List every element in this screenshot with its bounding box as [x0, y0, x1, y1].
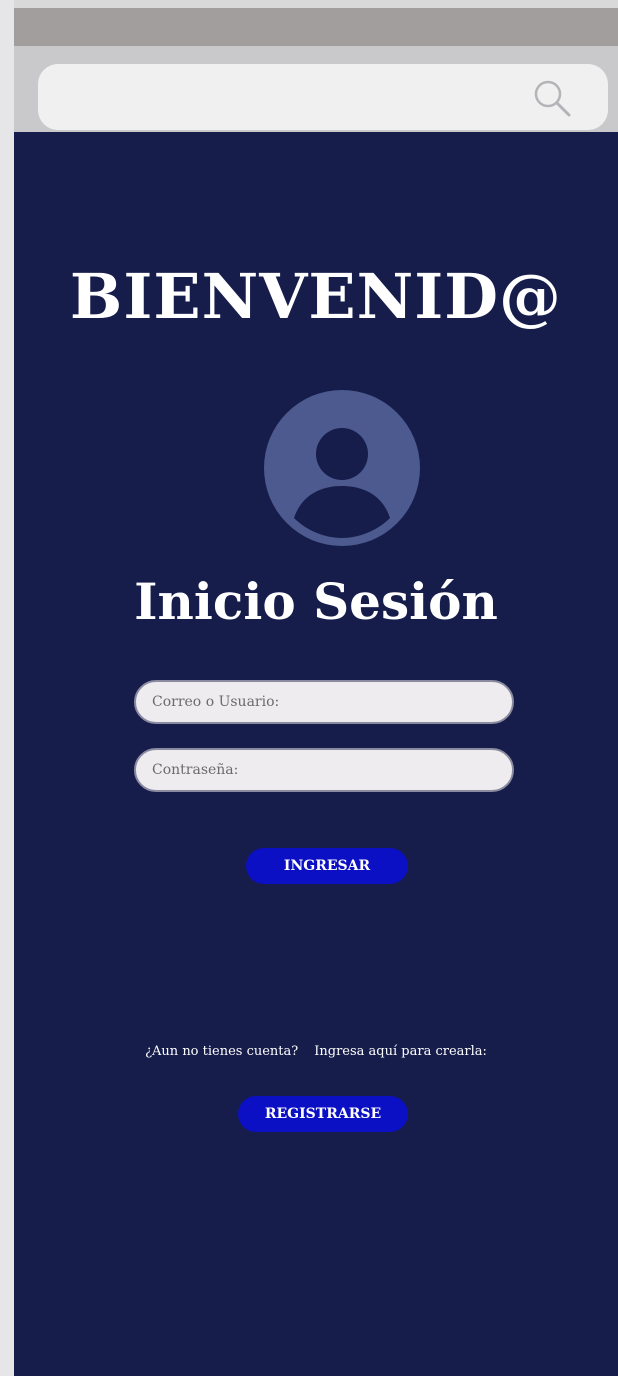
top-strip	[14, 0, 618, 8]
search-bar	[14, 46, 618, 132]
user-field[interactable]	[134, 680, 514, 724]
login-screen: BIENVENID@ Inicio Sesión INGRESAR ¿Aun n…	[14, 132, 618, 1376]
register-prompt: ¿Aun no tienes cuenta? Ingresa aquí para …	[14, 1044, 618, 1059]
user-avatar-icon	[264, 390, 420, 546]
title-bar	[14, 8, 618, 46]
register-hint: Ingresa aquí para crearla:	[314, 1044, 487, 1059]
app-frame: BIENVENID@ Inicio Sesión INGRESAR ¿Aun n…	[14, 0, 618, 1376]
login-title: Inicio Sesión	[134, 572, 498, 631]
password-field[interactable]	[134, 748, 514, 792]
register-question: ¿Aun no tienes cuenta?	[145, 1044, 299, 1059]
search-icon[interactable]	[531, 77, 573, 119]
welcome-heading: BIENVENID@	[69, 260, 563, 333]
login-button[interactable]: INGRESAR	[246, 848, 408, 884]
register-button[interactable]: REGISTRARSE	[238, 1096, 408, 1132]
search-input[interactable]	[38, 64, 608, 130]
